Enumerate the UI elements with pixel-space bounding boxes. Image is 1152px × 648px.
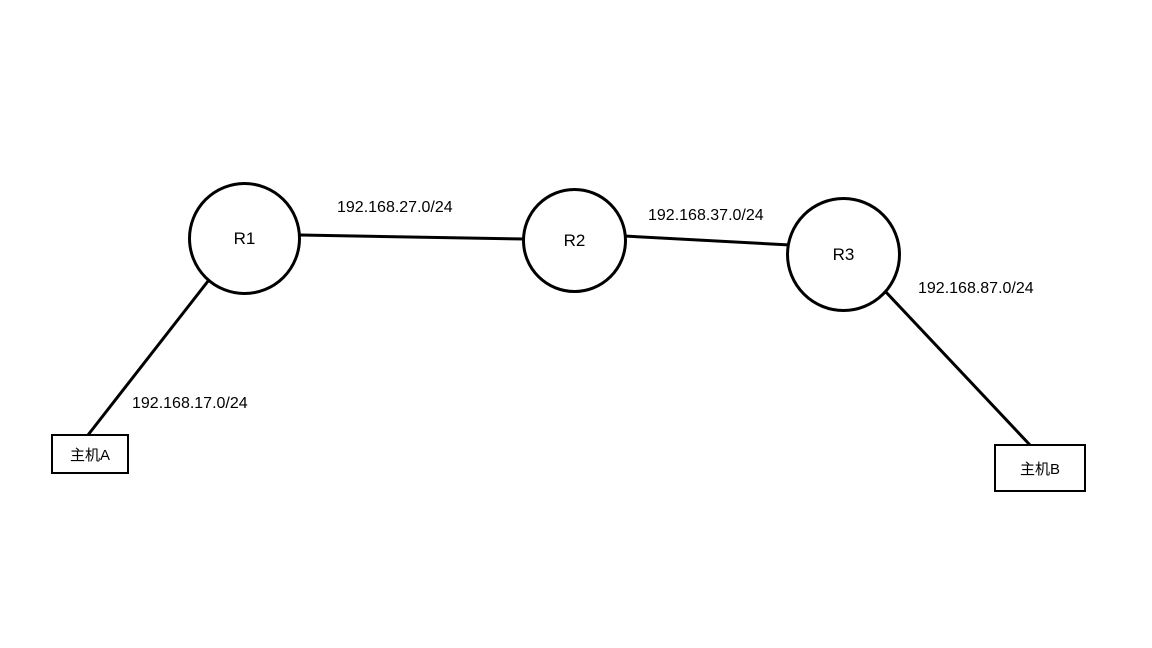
router-r3: R3: [786, 197, 901, 312]
subnet-label-r3-b: 192.168.87.0/24: [918, 280, 1034, 298]
subnet-label-r1-r2: 192.168.27.0/24: [337, 199, 453, 217]
link-layer: [0, 0, 1152, 648]
host-b: 主机B: [994, 444, 1086, 492]
link-r2-r3: [624, 236, 790, 245]
host-a-label: 主机A: [70, 444, 110, 465]
link-r3-hostb: [884, 290, 1030, 445]
router-r3-label: R3: [833, 245, 855, 265]
router-r1-label: R1: [234, 229, 256, 249]
router-r2: R2: [522, 188, 627, 293]
diagram-canvas: R1 R2 R3 主机A 主机B 192.168.17.0/24 192.168…: [0, 0, 1152, 648]
host-b-label: 主机B: [1020, 458, 1060, 479]
subnet-label-r2-r3: 192.168.37.0/24: [648, 207, 764, 225]
link-r1-r2: [300, 235, 525, 239]
router-r1: R1: [188, 182, 301, 295]
router-r2-label: R2: [564, 231, 586, 251]
host-a: 主机A: [51, 434, 129, 474]
subnet-label-a-r1: 192.168.17.0/24: [132, 395, 248, 413]
